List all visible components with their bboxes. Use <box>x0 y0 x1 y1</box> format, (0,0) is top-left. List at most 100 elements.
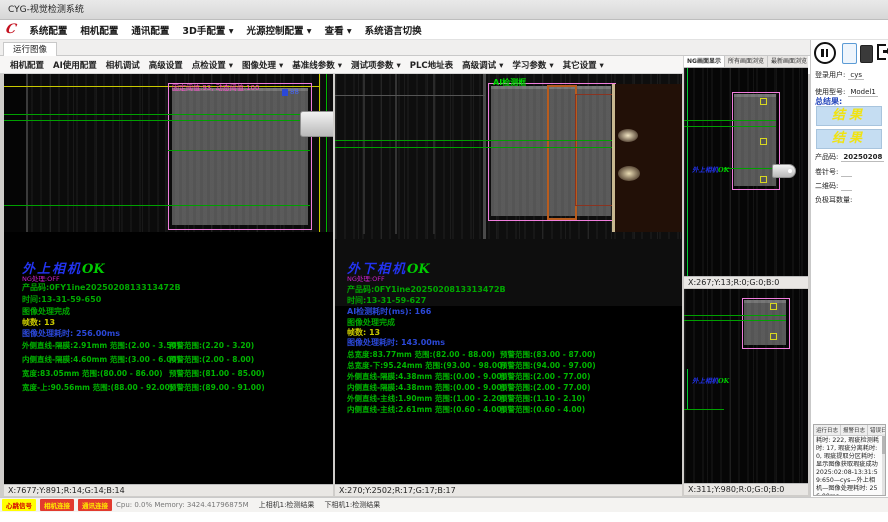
pause-icon <box>826 49 829 57</box>
log-tab-strip: 运行日志 报警日志 错误日志 <box>814 425 885 436</box>
thumb-tab-latest-browse[interactable]: 最新画面浏览 <box>768 56 811 67</box>
log-tab-alarm[interactable]: 报警日志 <box>841 425 868 435</box>
mid-structure-line <box>433 74 435 234</box>
tool-spot-check[interactable]: 点检设置 ▾ <box>192 59 233 71</box>
mid-structure-line <box>395 74 397 234</box>
left-green-line-1 <box>4 114 310 115</box>
left-green-line-3 <box>168 150 310 151</box>
tool-advanced-debug[interactable]: 高级调试 ▾ <box>462 59 503 71</box>
left-product-code: 产品码:0FY1ine2025020813313472B <box>22 282 181 293</box>
thumb2-green-line-3 <box>684 409 724 410</box>
measure-warn: 预警范围:(2.20 - 3.20) <box>169 340 254 351</box>
mid-bright-edge <box>612 84 615 232</box>
thumb1-image: 外上相机OK <box>684 68 808 276</box>
tool-learning-params[interactable]: 学习参数 ▾ <box>512 59 553 71</box>
product-code-value: 20250208 <box>841 153 884 162</box>
left-blue-note: 88 <box>290 88 299 96</box>
mid-ng-note: NG处理:OFF <box>347 273 385 283</box>
needle-label: 卷针号: <box>815 168 838 176</box>
menu-camera-config[interactable]: 相机配置 <box>80 23 118 37</box>
measure-warn: 预警范围:(83.00 - 87.00) <box>500 349 596 360</box>
measure-warn: 预警范围:(0.60 - 4.00) <box>500 404 585 415</box>
left-green-line-4 <box>4 205 310 206</box>
tool-image-processing[interactable]: 图像处理 ▾ <box>242 59 283 71</box>
mid-camera-view: AI检测框 外下相机OK NG处理:OFF 产品码:0FY1ine2025020… <box>335 74 682 496</box>
tool-camera-debug[interactable]: 相机调试 <box>106 59 140 71</box>
app-logo-icon: C <box>4 22 18 37</box>
mid-green-line-1 <box>335 140 612 141</box>
logout-arrow-icon <box>883 50 888 53</box>
mid-ai-label: AI检测框 <box>493 77 526 88</box>
tool-ai-use-config[interactable]: AI使用配置 <box>53 59 97 71</box>
menu-language-switch[interactable]: 系统语言切换 <box>365 23 422 37</box>
measure-row: 内侧直线-主线:2.61mm 范围:(0.60 - 4.00) <box>347 404 505 415</box>
measure-warn: 预警范围:(94.00 - 97.00) <box>500 360 596 371</box>
login-user-value: cys <box>848 71 864 80</box>
tab-run-image[interactable]: 运行图像 <box>3 42 57 57</box>
menu-comm-config[interactable]: 通讯配置 <box>131 23 169 37</box>
left-yellow-vline <box>319 74 320 232</box>
thumb1-coords-bar: X:267;Y:13;R:0;G:0;B:0 <box>684 276 808 288</box>
thumb2-yellow-marker <box>770 303 777 310</box>
menu-system-config[interactable]: 系统配置 <box>29 23 67 37</box>
left-green-line-2 <box>4 120 310 121</box>
measure-warn: 预警范围:(2.00 - 8.00) <box>169 354 254 365</box>
left-camera-view: 固定阈值:93, 动态阈值:100 88 外上相机OK NG处理:OFF 产品码… <box>4 74 333 496</box>
mid-structure-line <box>363 74 365 234</box>
login-user-field: 登录用户:cys <box>815 70 864 80</box>
measure-warn: 预警范围:(89.00 - 91.00) <box>169 382 265 393</box>
user-light-button[interactable] <box>842 43 857 64</box>
thumb1-camera-name: 外上相机 <box>692 166 718 174</box>
thumb1-yellow-marker <box>760 176 767 183</box>
tool-plc-address-table[interactable]: PLC地址表 <box>410 59 453 71</box>
tab-count-label: 负极耳数量: <box>815 196 852 204</box>
tool-other-settings[interactable]: 其它设置 ▾ <box>563 59 604 71</box>
logout-button[interactable] <box>876 43 888 63</box>
pause-button[interactable] <box>814 42 836 64</box>
tool-baseline-params[interactable]: 基准线参数 ▾ <box>292 59 342 71</box>
thumb2-image: 外上相机OK <box>684 289 808 483</box>
thumb1-ok-badge: OK <box>718 166 729 174</box>
left-connector-tab <box>300 111 333 137</box>
needle-field: 卷针号: <box>815 167 852 177</box>
mid-red-box <box>575 94 613 206</box>
menu-light-control-config[interactable]: 光源控制配置 ▾ <box>246 23 311 37</box>
thumb-tab-strip: NG画面显示 所有画面浏览 最新画面浏览 <box>684 56 808 68</box>
thumb-tab-ng-display[interactable]: NG画面显示 <box>684 56 725 67</box>
mid-structure-hline <box>335 95 485 96</box>
mid-dark-area <box>612 84 682 232</box>
thumb2-coords-bar: X:311;Y:980;R:0;G:0;B:0 <box>684 483 808 495</box>
thumb-tab-all-browse[interactable]: 所有画面浏览 <box>725 56 768 67</box>
product-code-label: 产品码: <box>815 153 838 161</box>
menu-3d-hand-config[interactable]: 3D手配置 ▾ <box>182 23 233 37</box>
thumb2-green-line-2 <box>684 320 786 321</box>
thumb2-roi-box <box>742 298 790 349</box>
log-panel: 运行日志 报警日志 错误日志 耗时: 222, 瑕疵检测耗时: 17, 瑕疵分离… <box>813 424 886 496</box>
log-tab-run[interactable]: 运行日志 <box>814 425 841 435</box>
product-code-field: 产品码:20250208 <box>815 152 884 162</box>
thumb1-green-line-2 <box>684 126 776 127</box>
menu-view[interactable]: 查看 ▾ <box>325 23 352 37</box>
log-scrollbar[interactable] <box>882 434 885 495</box>
window-title: CYG-视觉检测系统 <box>8 5 84 15</box>
mid-ai-box <box>547 85 577 220</box>
thumb1-connector-tab <box>772 164 796 178</box>
qr-field: 二维码: <box>815 181 852 191</box>
thumb1-green-vline <box>687 68 688 276</box>
mid-ai-elapsed: AI检测耗时(ms): 166 <box>347 306 431 317</box>
tool-test-item-params[interactable]: 测试项参数 ▾ <box>351 59 401 71</box>
window-titlebar: CYG-视觉检测系统 <box>0 0 888 20</box>
tool-camera-config[interactable]: 相机配置 <box>10 59 44 71</box>
tool-advanced-settings[interactable]: 高级设置 <box>149 59 183 71</box>
thumb2-camera-name: 外上相机 <box>692 377 718 385</box>
measure-row: 总宽度:83.77mm 范围:(82.00 - 88.00) <box>347 349 495 360</box>
measure-row: 总宽度-下:95.24mm 范围:(93.00 - 98.00) <box>347 360 506 371</box>
thumb2-green-vline <box>687 369 688 409</box>
left-frame-count: 帧数: 13 <box>22 317 55 328</box>
log-scrollbar-thumb[interactable] <box>882 436 885 454</box>
tab-strip: 运行图像 <box>0 40 888 56</box>
measure-row: 内侧直线-隔膜:4.38mm 范围:(0.00 - 9.00) <box>347 382 505 393</box>
app-window: CYG-视觉检测系统 C 系统配置 相机配置 通讯配置 3D手配置 ▾ 光源控制… <box>0 0 888 522</box>
user-dark-button[interactable] <box>860 45 873 63</box>
toolbar: 相机配置 AI使用配置 相机调试 高级设置 点检设置 ▾ 图像处理 ▾ 基准线参… <box>0 56 684 74</box>
